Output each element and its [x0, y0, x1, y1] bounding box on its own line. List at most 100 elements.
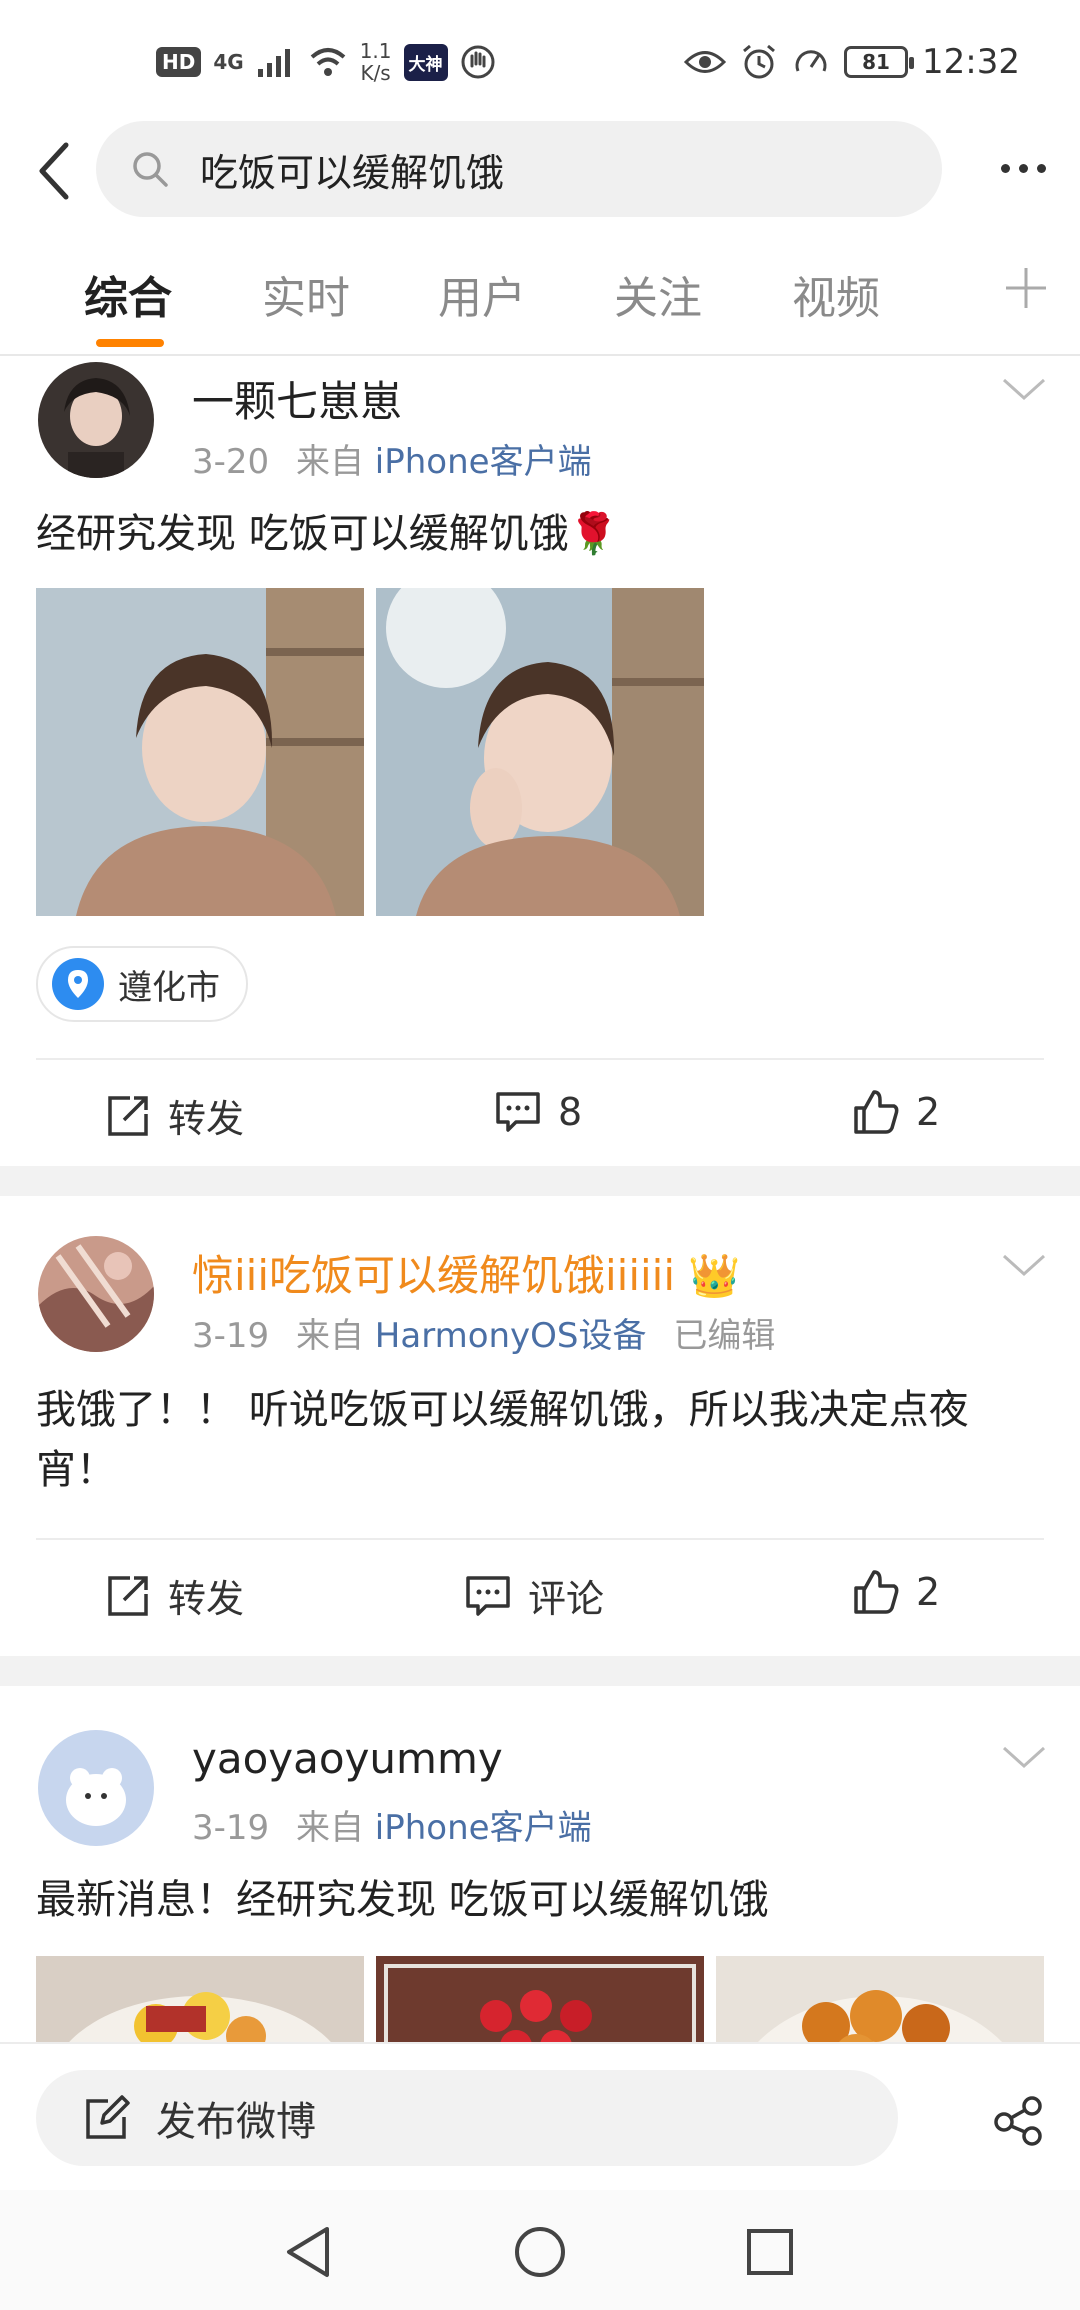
post-date: 3-20	[192, 442, 270, 482]
speed-unit: K/s	[360, 61, 391, 85]
compose-post-button[interactable]: 发布微博	[36, 2070, 898, 2166]
repost-label: 转发	[168, 1577, 245, 1621]
author-name[interactable]: yaoyaoyummy	[192, 1734, 503, 1783]
avatar[interactable]	[38, 1730, 154, 1846]
wifi-icon	[310, 48, 346, 76]
network-type: 4G	[213, 50, 244, 74]
location-name: 遵化市	[118, 967, 220, 1008]
share-icon[interactable]	[990, 2092, 1046, 2148]
status-bar-right: 81 12:32	[684, 34, 1020, 90]
post-meta: 3-19 来自 HarmonyOS设备 已编辑	[192, 1308, 775, 1357]
add-tab-plus-icon[interactable]	[1002, 264, 1050, 312]
system-nav-bar	[0, 2190, 1080, 2310]
divider	[36, 1058, 1044, 1060]
chevron-down-icon[interactable]	[1002, 1744, 1046, 1772]
eye-icon	[684, 51, 727, 73]
search-header: 吃饭可以缓解饥饿	[0, 118, 1080, 230]
repost-button[interactable]: 转发	[104, 1088, 244, 1143]
status-bar: HD 4G 1.1 K/s 大神 81 12:32	[0, 0, 1080, 118]
post-image[interactable]	[376, 588, 704, 916]
post-separator	[0, 1656, 1080, 1686]
comment-button[interactable]: 评论	[464, 1568, 604, 1623]
post-image[interactable]	[376, 1956, 704, 2042]
hd-badge: HD	[156, 47, 202, 77]
from-prefix: 来自	[295, 1316, 364, 1356]
nav-home-button[interactable]	[510, 2222, 570, 2282]
post-meta: 3-19 来自 iPhone客户端	[192, 1800, 592, 1849]
like-button[interactable]: 2	[852, 1568, 940, 1616]
repost-icon	[108, 1095, 148, 1136]
chevron-down-icon[interactable]	[1002, 376, 1046, 404]
post-separator	[0, 1166, 1080, 1196]
back-button[interactable]	[24, 136, 84, 206]
edit-icon	[86, 2095, 130, 2139]
nav-back-button[interactable]	[278, 2222, 338, 2282]
location-pin-icon	[52, 958, 104, 1010]
post-text: 最新消息！经研究发现 吃饭可以缓解饥饿	[36, 1877, 769, 1923]
post-card[interactable]: yaoyaoyummy 3-19 来自 iPhone客户端 最新消息！经研究发现…	[0, 1686, 1080, 2042]
clock: 12:32	[922, 42, 1020, 82]
avatar[interactable]	[38, 1236, 154, 1352]
post-image[interactable]	[716, 1956, 1044, 2042]
like-button[interactable]: 2	[852, 1088, 940, 1136]
post-image[interactable]	[36, 588, 364, 916]
edited-label: 已编辑	[673, 1316, 776, 1356]
network-speed: 1.1 K/s	[360, 40, 392, 84]
repost-button[interactable]: 转发	[104, 1568, 244, 1623]
comment-icon	[466, 1575, 510, 1616]
tab-users[interactable]: 用户	[438, 262, 526, 326]
gauge-icon	[795, 50, 827, 72]
post-text: 经研究发现 吃饭可以缓解饥饿🌹	[36, 511, 619, 557]
nav-recents-button[interactable]	[740, 2222, 800, 2282]
search-input[interactable]: 吃饭可以缓解饥饿	[96, 121, 942, 217]
signal-icon	[257, 49, 290, 77]
triangle-back-icon	[287, 2227, 329, 2277]
tab-all[interactable]: 综合	[84, 262, 172, 326]
like-count: 2	[916, 1090, 941, 1134]
location-tag[interactable]: 遵化市	[36, 946, 248, 1022]
from-prefix: 来自	[295, 1808, 364, 1848]
like-count: 2	[916, 1570, 941, 1614]
search-icon	[130, 147, 174, 191]
comment-label: 评论	[528, 1577, 605, 1621]
post-card[interactable]: 惊iii吃饭可以缓解饥饿iiiiii 👑 3-19 来自 HarmonyOS设备…	[0, 1196, 1080, 1656]
tab-following[interactable]: 关注	[614, 262, 702, 326]
compose-label: 发布微博	[156, 2099, 316, 2145]
repost-label: 转发	[168, 1097, 245, 1141]
feed: 一颗七崽崽 3-20 来自 iPhone客户端 经研究发现 吃饭可以缓解饥饿🌹	[0, 358, 1080, 2042]
dashen-app-icon: 大神	[403, 43, 448, 81]
author-name[interactable]: 一颗七崽崽	[192, 368, 402, 429]
from-prefix: 来自	[295, 442, 364, 482]
search-tabs: 综合 实时 用户 关注 视频	[0, 232, 1080, 356]
active-tab-indicator	[96, 339, 164, 347]
post-text: 我饿了！！ 听说吃饭可以缓解饥饿，所以我决定点夜宵！	[36, 1387, 969, 1493]
post-source[interactable]: iPhone客户端	[375, 1808, 592, 1848]
author-name[interactable]: 惊iii吃饭可以缓解饥饿iiiiii 👑	[192, 1242, 741, 1303]
thumbs-up-icon	[854, 1570, 899, 1614]
post-source[interactable]: HarmonyOS设备	[375, 1316, 647, 1356]
post-card[interactable]: 一颗七崽崽 3-20 来自 iPhone客户端 经研究发现 吃饭可以缓解饥饿🌹	[0, 358, 1080, 1166]
more-options-button[interactable]	[988, 138, 1058, 198]
repost-icon	[108, 1575, 148, 1616]
comment-button[interactable]: 8	[494, 1088, 582, 1136]
post-meta: 3-20 来自 iPhone客户端	[192, 434, 592, 483]
tab-realtime[interactable]: 实时	[262, 262, 350, 326]
divider	[36, 1538, 1044, 1540]
avatar[interactable]	[38, 362, 154, 478]
post-image[interactable]	[36, 1956, 364, 2042]
post-date: 3-19	[192, 1316, 270, 1356]
search-query[interactable]: 吃饭可以缓解饥饿	[200, 142, 504, 197]
hand-icon	[461, 45, 494, 79]
chevron-left-icon	[39, 142, 69, 200]
comment-count: 8	[558, 1090, 583, 1134]
post-date: 3-19	[192, 1808, 270, 1848]
tab-video[interactable]: 视频	[792, 262, 880, 326]
comment-icon	[496, 1092, 540, 1132]
alarm-icon	[743, 44, 775, 79]
more-dots-icon	[1000, 163, 1010, 173]
chevron-down-icon[interactable]	[1002, 1252, 1046, 1280]
thumbs-up-icon	[854, 1090, 899, 1134]
post-source[interactable]: iPhone客户端	[375, 442, 592, 482]
speed-value: 1.1	[359, 39, 392, 63]
compose-bar: 发布微博	[0, 2042, 1080, 2190]
